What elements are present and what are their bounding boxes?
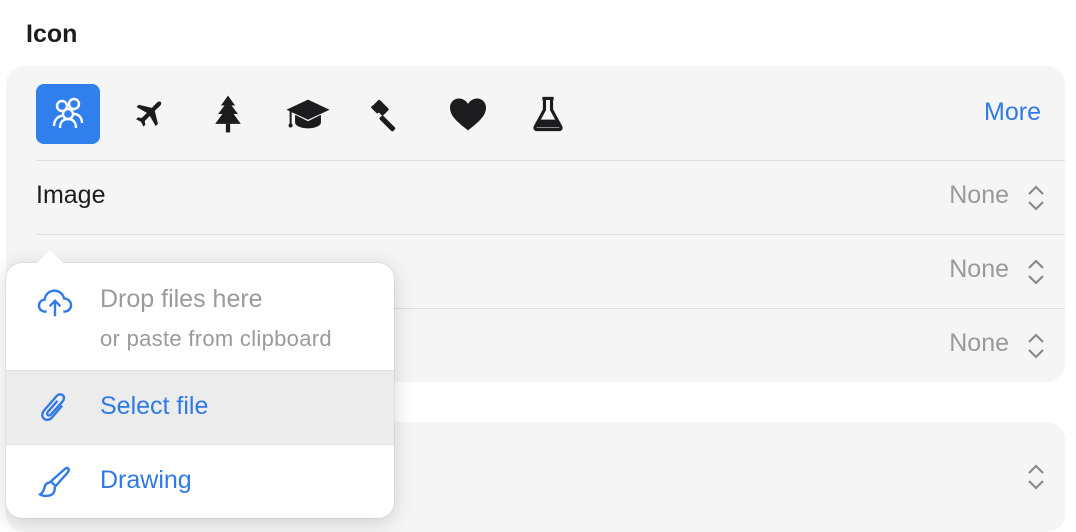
drop-zone[interactable]: Drop files here or paste from clipboard bbox=[6, 263, 394, 370]
image-source-popover: Drop files here or paste from clipboard … bbox=[6, 250, 394, 518]
drop-title: Drop files here bbox=[100, 285, 263, 313]
select-file-button[interactable]: Select file bbox=[6, 371, 394, 444]
flask-icon[interactable] bbox=[516, 84, 580, 144]
more-link[interactable]: More bbox=[984, 98, 1041, 127]
chevron-up-down-icon bbox=[1028, 259, 1044, 285]
chevron-up-down-icon bbox=[1028, 185, 1044, 211]
tree-icon[interactable] bbox=[196, 84, 260, 144]
paintbrush-icon bbox=[37, 466, 70, 498]
drop-subtitle: or paste from clipboard bbox=[100, 326, 332, 351]
cloud-upload-icon bbox=[37, 289, 73, 317]
select-file-label: Select file bbox=[100, 392, 209, 420]
row-value: None bbox=[949, 329, 1009, 357]
chevron-up-down-icon bbox=[1028, 333, 1044, 359]
icon-picker-row: More bbox=[36, 84, 1065, 144]
drawing-button[interactable]: Drawing bbox=[6, 445, 394, 518]
popover-arrow bbox=[36, 250, 64, 264]
section-title: Icon bbox=[26, 20, 78, 48]
people-icon[interactable] bbox=[36, 84, 100, 144]
drawing-label: Drawing bbox=[100, 466, 192, 494]
image-row[interactable]: Image None bbox=[36, 161, 1065, 235]
chevron-up-down-icon[interactable] bbox=[1025, 462, 1047, 492]
paperclip-icon bbox=[41, 393, 66, 421]
graduation-cap-icon[interactable] bbox=[276, 84, 340, 144]
row-value: None bbox=[949, 181, 1009, 209]
row-value: None bbox=[949, 255, 1009, 283]
gavel-icon[interactable] bbox=[356, 84, 420, 144]
airplane-icon[interactable] bbox=[116, 84, 180, 144]
row-label: Image bbox=[36, 181, 106, 209]
heart-icon[interactable] bbox=[436, 84, 500, 144]
